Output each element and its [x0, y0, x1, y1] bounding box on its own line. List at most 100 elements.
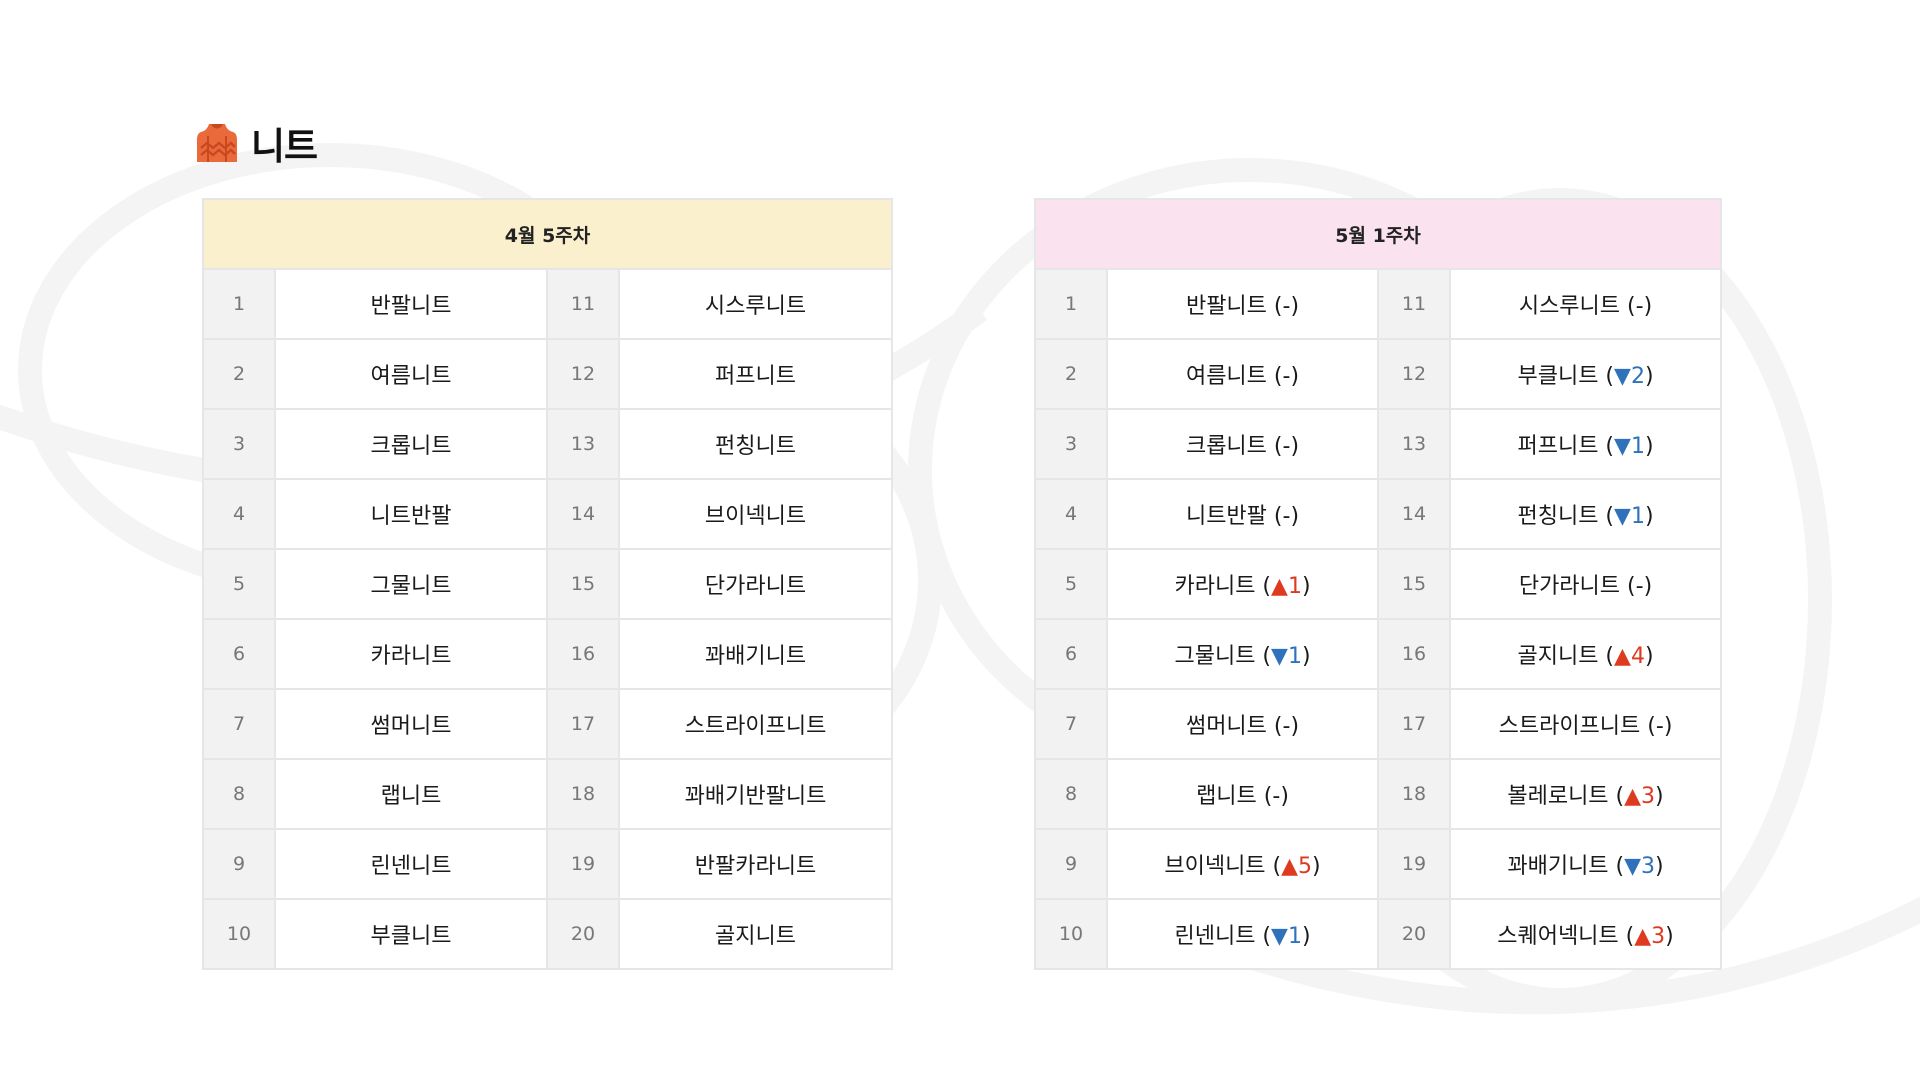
item-name: 꽈배기니트: [1507, 854, 1609, 879]
change-value: 1: [1287, 924, 1302, 949]
item-cell: 랩니트: [274, 758, 548, 830]
page-title: 니트: [251, 125, 318, 168]
rank-number: 1: [202, 268, 276, 340]
item-cell: 여름니트 (-): [1106, 338, 1379, 410]
down-arrow-icon: ▼: [1614, 434, 1631, 459]
table-row: 4 니트반팔 14 브이넥니트: [202, 478, 893, 550]
table-row: 8 랩니트 18 꽈배기반팔니트: [202, 758, 893, 830]
item-cell: 카라니트: [274, 618, 548, 690]
change-value: -: [1282, 714, 1291, 739]
item-name: 랩니트: [380, 784, 442, 809]
item-name: 단가라니트: [1518, 574, 1621, 599]
item-cell: 부클니트: [274, 898, 548, 970]
table-row: 9 린넨니트 19 반팔카라니트: [202, 828, 893, 900]
table-header: 4월 5주차: [202, 198, 893, 270]
item-name: 스퀘어넥니트: [1497, 924, 1619, 949]
down-arrow-icon: ▼: [1614, 504, 1631, 529]
change-value: -: [1282, 294, 1291, 319]
item-name: 반팔카라니트: [694, 854, 817, 879]
rank-number: 1: [1034, 268, 1108, 340]
rank-number: 15: [1377, 548, 1451, 620]
rank-change: (-): [1620, 574, 1653, 599]
item-name: 골지니트: [715, 924, 796, 949]
item-cell: 스트라이프니트 (-): [1449, 688, 1722, 760]
item-name: 여름니트: [370, 364, 452, 389]
item-cell: 퍼프니트: [618, 338, 893, 410]
item-cell: 여름니트: [274, 338, 548, 410]
rank-change: (▼1): [1255, 924, 1311, 949]
rank-number: 13: [546, 408, 620, 480]
item-cell: 꽈배기반팔니트: [618, 758, 893, 830]
rank-number: 19: [546, 828, 620, 900]
item-cell: 썸머니트: [274, 688, 548, 760]
rank-number: 14: [546, 478, 620, 550]
rank-number: 20: [546, 898, 620, 970]
ranking-table-week-2: 5월 1주차 1 반팔니트 (-) 11 시스루니트 (-) 2 여름니트 (-) 12 부클…: [1034, 198, 1722, 970]
down-arrow-icon: ▼: [1614, 364, 1631, 389]
item-cell: 시스루니트: [618, 268, 893, 340]
rank-number: 5: [202, 548, 276, 620]
rank-number: 4: [1034, 478, 1108, 550]
rank-change: (▲3): [1608, 784, 1664, 809]
item-name: 스트라이프니트: [1498, 714, 1641, 739]
item-name: 펀칭니트: [715, 434, 796, 459]
item-cell: 반팔니트 (-): [1106, 268, 1379, 340]
rank-change: (▲4): [1598, 644, 1654, 669]
up-arrow-icon: ▲: [1271, 574, 1288, 599]
item-cell: 시스루니트 (-): [1449, 268, 1722, 340]
item-cell: 부클니트 (▼2): [1449, 338, 1722, 410]
rank-change: (-): [1266, 294, 1300, 319]
item-cell: 린넨니트 (▼1): [1106, 898, 1379, 970]
rank-change: (-): [1266, 714, 1300, 739]
down-arrow-icon: ▼: [1271, 644, 1288, 669]
change-value: -: [1282, 504, 1291, 529]
change-value: 1: [1630, 504, 1645, 529]
item-cell: 꽈배기니트 (▼3): [1449, 828, 1722, 900]
rank-change: (-): [1266, 434, 1300, 459]
rank-change: (▼2): [1598, 364, 1654, 389]
rank-number: 3: [1034, 408, 1108, 480]
item-name: 부클니트: [1517, 364, 1599, 389]
rank-number: 2: [1034, 338, 1108, 410]
down-arrow-icon: ▼: [1271, 924, 1288, 949]
item-name: 골지니트: [1517, 644, 1599, 669]
table-row: 1 반팔니트 (-) 11 시스루니트 (-): [1034, 268, 1722, 340]
rank-number: 16: [546, 618, 620, 690]
item-cell: 단가라니트 (-): [1449, 548, 1722, 620]
rank-number: 9: [202, 828, 276, 900]
change-value: 2: [1630, 364, 1645, 389]
table-row: 3 크롭니트 13 펀칭니트: [202, 408, 893, 480]
item-cell: 니트반팔 (-): [1106, 478, 1379, 550]
table-row: 7 썸머니트 (-) 17 스트라이프니트 (-): [1034, 688, 1722, 760]
item-name: 단가라니트: [704, 574, 807, 599]
table-row: 1 반팔니트 11 시스루니트: [202, 268, 893, 340]
change-value: 3: [1651, 924, 1666, 949]
item-cell: 골지니트: [618, 898, 893, 970]
item-cell: 스트라이프니트: [618, 688, 893, 760]
rank-number: 7: [1034, 688, 1108, 760]
rank-number: 11: [1377, 268, 1451, 340]
item-name: 여름니트: [1185, 364, 1267, 389]
up-arrow-icon: ▲: [1624, 784, 1642, 809]
item-name: 썸머니트: [370, 714, 452, 739]
rank-change: (▼1): [1598, 504, 1654, 529]
item-cell: 그물니트 (▼1): [1106, 618, 1379, 690]
item-name: 퍼프니트: [1517, 434, 1599, 459]
rank-change: (-): [1256, 784, 1289, 809]
item-cell: 볼레로니트 (▲3): [1449, 758, 1722, 830]
table-row: 10 부클니트 20 골지니트: [202, 898, 893, 970]
item-name: 반팔니트: [370, 294, 452, 319]
item-cell: 카라니트 (▲1): [1106, 548, 1379, 620]
item-name: 볼레로니트: [1507, 784, 1609, 809]
rank-change: (▲3): [1618, 924, 1674, 949]
item-name: 브이넥니트: [1164, 854, 1266, 879]
sweater-icon: [197, 124, 237, 162]
item-name: 카라니트: [370, 644, 452, 669]
change-value: -: [1635, 294, 1644, 319]
table-row: 2 여름니트 12 퍼프니트: [202, 338, 893, 410]
item-cell: 꽈배기니트: [618, 618, 893, 690]
item-cell: 단가라니트: [618, 548, 893, 620]
item-name: 꽈배기반팔니트: [684, 784, 827, 809]
item-cell: 반팔니트: [274, 268, 548, 340]
rank-change: (▼1): [1598, 434, 1654, 459]
